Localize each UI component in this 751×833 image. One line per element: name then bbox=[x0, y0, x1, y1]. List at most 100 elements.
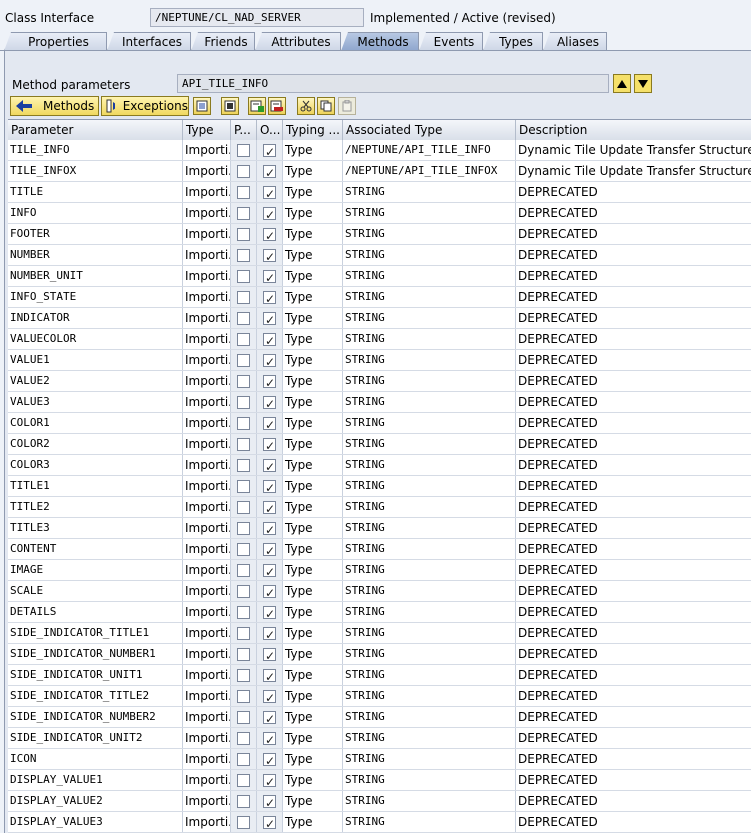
cell-parameter[interactable]: NUMBER_UNIT bbox=[8, 266, 183, 286]
cell-description[interactable]: DEPRECATED bbox=[516, 770, 751, 790]
cell-type[interactable]: Importi... bbox=[183, 728, 231, 748]
cell-type[interactable]: Importi... bbox=[183, 749, 231, 769]
cell-type[interactable]: Importi... bbox=[183, 161, 231, 181]
optional-checkbox[interactable] bbox=[263, 247, 276, 265]
cell-parameter[interactable]: FOOTER bbox=[8, 224, 183, 244]
pass-by-value-checkbox[interactable] bbox=[237, 228, 250, 241]
cell-typing[interactable]: Type bbox=[283, 728, 343, 748]
cell-associated-type[interactable]: STRING bbox=[343, 392, 516, 412]
cell-associated-type[interactable]: STRING bbox=[343, 728, 516, 748]
table-row[interactable]: VALUECOLORImporti... TypeSTRINGDEPRECATED bbox=[8, 329, 751, 350]
insert-row-icon[interactable] bbox=[248, 97, 266, 115]
cell-parameter[interactable]: SIDE_INDICATOR_NUMBER1 bbox=[8, 644, 183, 664]
cell-associated-type[interactable]: STRING bbox=[343, 539, 516, 559]
cell-associated-type[interactable]: STRING bbox=[343, 245, 516, 265]
cell-type[interactable]: Importi... bbox=[183, 182, 231, 202]
paste-icon[interactable] bbox=[338, 97, 356, 115]
cell-description[interactable]: DEPRECATED bbox=[516, 245, 751, 265]
cell-type[interactable]: Importi... bbox=[183, 203, 231, 223]
tab-attributes[interactable]: Attributes bbox=[255, 32, 341, 51]
optional-checkbox[interactable] bbox=[263, 205, 276, 223]
pass-by-value-checkbox[interactable] bbox=[237, 396, 250, 409]
cell-parameter[interactable]: COLOR2 bbox=[8, 434, 183, 454]
table-row[interactable]: INDICATORImporti... TypeSTRINGDEPRECATED bbox=[8, 308, 751, 329]
pass-by-value-checkbox[interactable] bbox=[237, 711, 250, 724]
optional-checkbox[interactable] bbox=[263, 415, 276, 433]
cell-associated-type[interactable]: STRING bbox=[343, 266, 516, 286]
copy-icon[interactable] bbox=[317, 97, 335, 115]
optional-checkbox[interactable] bbox=[263, 478, 276, 496]
column-header-optional[interactable]: O... bbox=[257, 120, 283, 140]
cell-type[interactable]: Importi... bbox=[183, 392, 231, 412]
pass-by-value-checkbox[interactable] bbox=[237, 732, 250, 745]
optional-checkbox[interactable] bbox=[263, 226, 276, 244]
table-row[interactable]: TITLEImporti... TypeSTRINGDEPRECATED bbox=[8, 182, 751, 203]
cell-type[interactable]: Importi... bbox=[183, 539, 231, 559]
cut-icon[interactable] bbox=[297, 97, 315, 115]
cell-typing[interactable]: Type bbox=[283, 602, 343, 622]
tab-types[interactable]: Types bbox=[483, 32, 543, 51]
optional-checkbox[interactable] bbox=[263, 814, 276, 832]
cell-type[interactable]: Importi... bbox=[183, 644, 231, 664]
cell-type[interactable]: Importi... bbox=[183, 308, 231, 328]
cell-associated-type[interactable]: STRING bbox=[343, 518, 516, 538]
optional-checkbox[interactable] bbox=[263, 646, 276, 664]
cell-description[interactable]: DEPRECATED bbox=[516, 707, 751, 727]
cell-typing[interactable]: Type bbox=[283, 413, 343, 433]
table-row[interactable]: CONTENTImporti... TypeSTRINGDEPRECATED bbox=[8, 539, 751, 560]
table-row[interactable]: INFOImporti... TypeSTRINGDEPRECATED bbox=[8, 203, 751, 224]
cell-description[interactable]: DEPRECATED bbox=[516, 560, 751, 580]
cell-typing[interactable]: Type bbox=[283, 266, 343, 286]
cell-typing[interactable]: Type bbox=[283, 518, 343, 538]
optional-checkbox[interactable] bbox=[263, 520, 276, 538]
methods-button[interactable]: Methods bbox=[10, 96, 99, 116]
table-row[interactable]: DISPLAY_VALUE3Importi... TypeSTRINGDEPREC… bbox=[8, 812, 751, 833]
table-row[interactable]: SIDE_INDICATOR_NUMBER1Importi... TypeSTRI… bbox=[8, 644, 751, 665]
cell-type[interactable]: Importi... bbox=[183, 371, 231, 391]
cell-typing[interactable]: Type bbox=[283, 644, 343, 664]
tab-properties[interactable]: Properties bbox=[4, 32, 107, 51]
cell-description[interactable]: DEPRECATED bbox=[516, 329, 751, 349]
cell-parameter[interactable]: COLOR1 bbox=[8, 413, 183, 433]
cell-associated-type[interactable]: STRING bbox=[343, 434, 516, 454]
cell-description[interactable]: DEPRECATED bbox=[516, 203, 751, 223]
optional-checkbox[interactable] bbox=[263, 604, 276, 622]
cell-typing[interactable]: Type bbox=[283, 203, 343, 223]
cell-typing[interactable]: Type bbox=[283, 350, 343, 370]
table-row[interactable]: DISPLAY_VALUE1Importi... TypeSTRINGDEPREC… bbox=[8, 770, 751, 791]
cell-parameter[interactable]: SIDE_INDICATOR_NUMBER2 bbox=[8, 707, 183, 727]
optional-checkbox[interactable] bbox=[263, 688, 276, 706]
cell-type[interactable]: Importi... bbox=[183, 224, 231, 244]
cell-associated-type[interactable]: STRING bbox=[343, 665, 516, 685]
cell-typing[interactable]: Type bbox=[283, 224, 343, 244]
pass-by-value-checkbox[interactable] bbox=[237, 564, 250, 577]
optional-checkbox[interactable] bbox=[263, 352, 276, 370]
pass-by-value-checkbox[interactable] bbox=[237, 186, 250, 199]
cell-parameter[interactable]: TITLE bbox=[8, 182, 183, 202]
cell-type[interactable]: Importi... bbox=[183, 812, 231, 832]
cell-parameter[interactable]: DISPLAY_VALUE2 bbox=[8, 791, 183, 811]
optional-checkbox[interactable] bbox=[263, 583, 276, 601]
table-row[interactable]: TITLE2Importi... TypeSTRINGDEPRECATED bbox=[8, 497, 751, 518]
table-row[interactable]: IMAGEImporti... TypeSTRINGDEPRECATED bbox=[8, 560, 751, 581]
cell-associated-type[interactable]: STRING bbox=[343, 686, 516, 706]
cell-associated-type[interactable]: STRING bbox=[343, 455, 516, 475]
column-header-description[interactable]: Description bbox=[516, 120, 751, 140]
optional-checkbox[interactable] bbox=[263, 373, 276, 391]
table-row[interactable]: FOOTERImporti... TypeSTRINGDEPRECATED bbox=[8, 224, 751, 245]
cell-description[interactable]: DEPRECATED bbox=[516, 665, 751, 685]
cell-type[interactable]: Importi... bbox=[183, 707, 231, 727]
optional-checkbox[interactable] bbox=[263, 499, 276, 517]
cell-type[interactable]: Importi... bbox=[183, 329, 231, 349]
cell-description[interactable]: DEPRECATED bbox=[516, 686, 751, 706]
table-row[interactable]: VALUE1Importi... TypeSTRINGDEPRECATED bbox=[8, 350, 751, 371]
cell-typing[interactable]: Type bbox=[283, 581, 343, 601]
cell-parameter[interactable]: TILE_INFO bbox=[8, 140, 183, 160]
column-header-pass-by-value[interactable]: P... bbox=[231, 120, 257, 140]
cell-typing[interactable]: Type bbox=[283, 812, 343, 832]
optional-checkbox[interactable] bbox=[263, 751, 276, 769]
delete-row-icon[interactable] bbox=[268, 97, 286, 115]
table-row[interactable]: SCALEImporti... TypeSTRINGDEPRECATED bbox=[8, 581, 751, 602]
cell-description[interactable]: DEPRECATED bbox=[516, 728, 751, 748]
cell-type[interactable]: Importi... bbox=[183, 686, 231, 706]
